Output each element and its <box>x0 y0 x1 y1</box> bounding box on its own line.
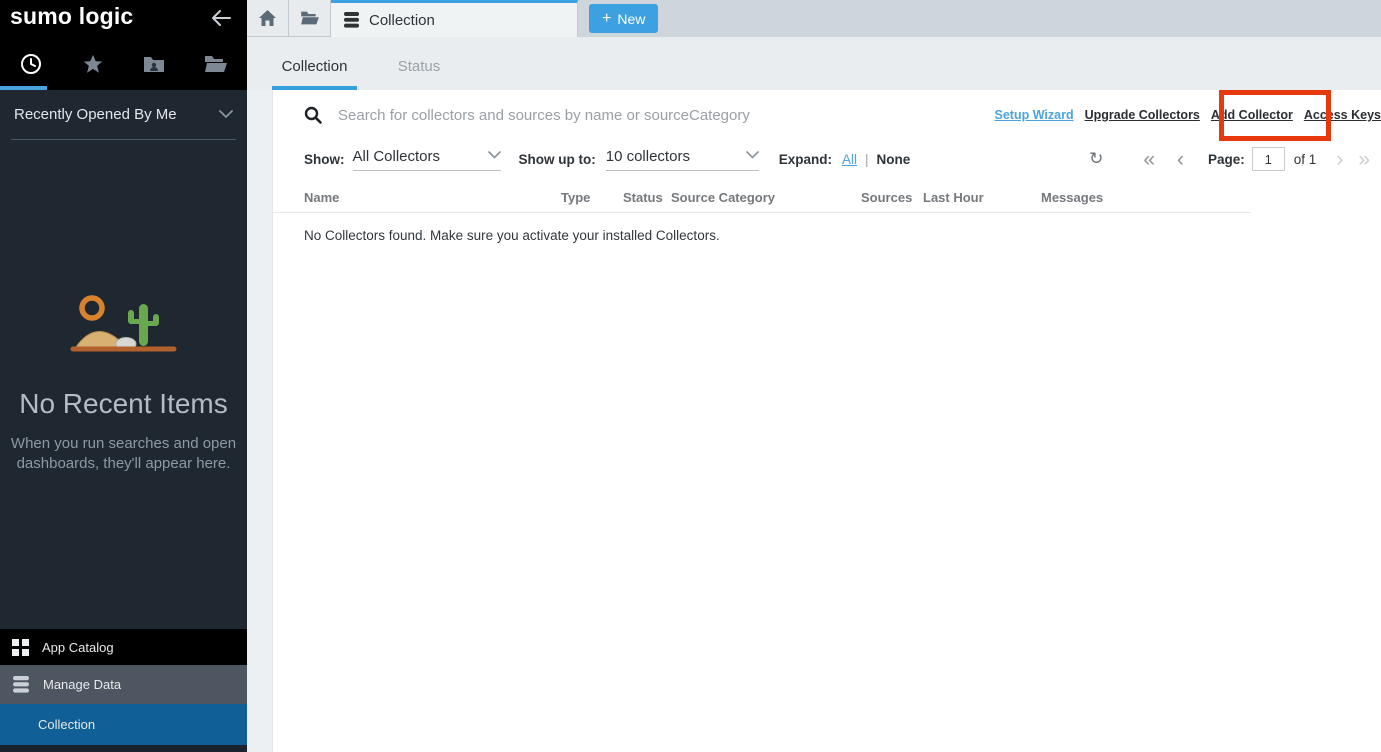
collectors-table-header: Name Type Status Source Category Sources… <box>273 187 1250 213</box>
page-label: Page: <box>1208 152 1245 167</box>
sidebar-item-manage-data[interactable]: Manage Data <box>0 665 247 704</box>
no-recent-items-title: No Recent Items <box>0 388 247 420</box>
sidebar-menu-divider <box>0 745 247 752</box>
show-dropdown[interactable]: All Collectors <box>353 148 501 171</box>
database-icon <box>12 676 30 693</box>
grid-icon <box>12 639 29 656</box>
expand-none-link[interactable]: None <box>877 152 911 167</box>
manage-data-label: Manage Data <box>43 677 121 692</box>
content-area: Setup Wizard Upgrade Collectors Add Coll… <box>247 90 1381 752</box>
show-dropdown-value: All Collectors <box>353 148 441 165</box>
column-header-last-hour[interactable]: Last Hour <box>923 190 984 205</box>
expand-label: Expand: <box>779 152 832 167</box>
column-header-sources[interactable]: Sources <box>861 190 912 205</box>
column-header-status[interactable]: Status <box>623 190 663 205</box>
chevron-down-icon <box>746 151 759 159</box>
sidebar-nav-icons <box>0 48 247 80</box>
page-number-input[interactable] <box>1252 147 1285 171</box>
subtab-collection[interactable]: Collection <box>272 58 357 90</box>
column-header-messages[interactable]: Messages <box>1041 190 1103 205</box>
home-button[interactable] <box>247 0 289 37</box>
favorites-icon[interactable] <box>62 53 124 75</box>
subtab-status[interactable]: Status <box>387 58 451 90</box>
sidebar-item-collection[interactable]: Collection <box>0 704 247 745</box>
chevron-down-icon <box>488 151 501 159</box>
sidebar-header: sumo logic <box>0 0 247 90</box>
chevron-down-icon <box>219 110 233 119</box>
sidebar-bottom-menu: App Catalog Manage Data Collection <box>0 629 247 752</box>
first-page-icon[interactable]: « <box>1143 149 1155 170</box>
expand-all-link[interactable]: All <box>842 152 857 167</box>
upgrade-collectors-link[interactable]: Upgrade Collectors <box>1085 108 1200 122</box>
column-header-source-category[interactable]: Source Category <box>671 190 775 205</box>
plus-icon: + <box>602 11 611 27</box>
sumo-logic-logo: sumo logic <box>10 3 133 30</box>
sidebar: sumo logic Recently Opened By Me <box>0 0 247 752</box>
pagination-controls: ↻ « ‹ Page: of 1 › » <box>1089 147 1381 171</box>
show-up-to-dropdown[interactable]: 10 collectors <box>606 148 759 171</box>
new-button-label: New <box>617 11 645 27</box>
toolbar-links: Setup Wizard Upgrade Collectors Add Coll… <box>995 90 1381 140</box>
database-icon <box>343 12 360 28</box>
recent-icon[interactable] <box>0 53 62 75</box>
refresh-icon[interactable]: ↻ <box>1089 149 1103 169</box>
library-tab-button[interactable] <box>289 0 331 37</box>
home-icon <box>259 10 276 26</box>
collection-label: Collection <box>38 717 95 732</box>
add-collector-link[interactable]: Add Collector <box>1211 108 1293 122</box>
show-label: Show: <box>304 152 345 167</box>
no-recent-items-description: When you run searches and open dashboard… <box>0 434 247 475</box>
previous-page-icon[interactable]: ‹ <box>1177 149 1184 170</box>
desert-illustration <box>64 290 184 356</box>
search-icon <box>304 106 322 124</box>
expand-separator: | <box>865 152 869 167</box>
filter-row: Show: All Collectors Show up to: 10 coll… <box>273 140 1381 178</box>
tab-collection[interactable]: Collection <box>331 0 578 37</box>
setup-wizard-link[interactable]: Setup Wizard <box>995 108 1074 122</box>
empty-table-message: No Collectors found. Make sure you activ… <box>273 228 1381 243</box>
collection-panel: Setup Wizard Upgrade Collectors Add Coll… <box>272 90 1381 752</box>
show-up-to-label: Show up to: <box>519 152 596 167</box>
top-tab-bar: Collection + New <box>247 0 1381 37</box>
search-row: Setup Wizard Upgrade Collectors Add Coll… <box>273 90 1381 140</box>
search-input[interactable] <box>338 107 768 124</box>
main-area: Collection + New Collection Status Setup… <box>247 0 1381 752</box>
column-header-name[interactable]: Name <box>304 190 339 205</box>
folder-icon <box>300 10 320 26</box>
recently-opened-dropdown[interactable]: Recently Opened By Me <box>11 90 236 140</box>
new-button[interactable]: + New <box>589 4 658 33</box>
sidebar-item-app-catalog[interactable]: App Catalog <box>0 629 247 665</box>
sidebar-empty-state: No Recent Items When you run searches an… <box>0 290 247 475</box>
app-catalog-label: App Catalog <box>42 640 114 655</box>
sub-tab-strip: Collection Status <box>247 37 1381 90</box>
page-count-label: of 1 <box>1294 152 1317 167</box>
library-icon[interactable] <box>185 54 247 74</box>
next-page-icon[interactable]: › <box>1336 149 1343 170</box>
column-header-type[interactable]: Type <box>561 190 590 205</box>
tab-collection-label: Collection <box>369 12 435 29</box>
active-nav-indicator <box>0 86 47 90</box>
last-page-icon[interactable]: » <box>1358 149 1370 170</box>
access-keys-link[interactable]: Access Keys <box>1304 108 1381 122</box>
personal-folder-icon[interactable] <box>124 54 186 74</box>
collapse-sidebar-icon[interactable] <box>210 8 232 28</box>
recently-opened-label: Recently Opened By Me <box>14 106 177 123</box>
show-up-to-value: 10 collectors <box>606 148 690 165</box>
